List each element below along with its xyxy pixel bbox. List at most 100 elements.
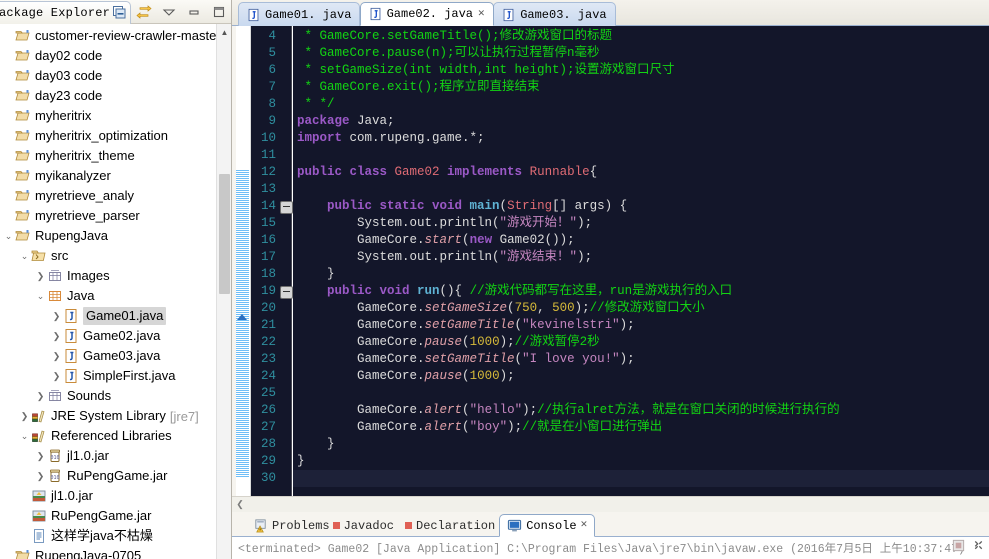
code-line[interactable]: * setGameSize(int width,int height);设置游戏… (293, 62, 989, 79)
tree-item-rupengjava-0705[interactable]: · RupengJava-0705 (0, 546, 214, 559)
code-line[interactable]: public void run(){ //游戏代码都写在这里，run是游戏执行的… (293, 283, 989, 300)
tree-item-rupenggame-jar[interactable]: · RuPengGame.jar (0, 506, 214, 526)
tree-item-java[interactable]: · 这样学java不枯燥 (0, 526, 214, 546)
console-output[interactable]: <terminated> Game02 [Java Application] C… (232, 537, 989, 559)
fold-toggle[interactable] (279, 283, 293, 300)
code-line[interactable]: GameCore.alert("hello");//执行alret方法，就是在窗… (293, 402, 989, 419)
chevron-right-icon[interactable]: ❯ (34, 448, 47, 464)
tree-item-customer-review-crawler-master[interactable]: · customer-review-crawler-master (0, 26, 221, 46)
tree-item-game03-java[interactable]: ❯ Game03.java (0, 346, 214, 366)
annotation-ruler[interactable] (236, 26, 251, 496)
code-line[interactable]: } (293, 453, 989, 470)
code-line[interactable]: * */ (293, 96, 989, 113)
chevron-right-icon[interactable]: ❯ (18, 408, 31, 424)
remove-launch-icon[interactable] (972, 538, 985, 558)
chevron-down-icon[interactable]: ⌄ (18, 428, 31, 444)
tree-item-myretrieve-parser[interactable]: · myretrieve_parser (0, 206, 214, 226)
tree-item-day03-code[interactable]: · day03 code (0, 66, 214, 86)
code-line[interactable]: System.out.println("游戏开始！"); (293, 215, 989, 232)
code-line[interactable]: public class Game02 implements Runnable{ (293, 164, 989, 181)
code-line[interactable]: } (293, 436, 989, 453)
code-line[interactable]: * GameCore.exit();程序立即直接结束 (293, 79, 989, 96)
explorer-vertical-scrollbar[interactable]: ▲ (216, 24, 231, 559)
link-with-editor-icon[interactable] (136, 4, 152, 20)
terminate-icon[interactable] (951, 538, 966, 558)
code-line[interactable]: public static void main(String[] args) { (293, 198, 989, 215)
view-menu-icon[interactable] (161, 4, 177, 20)
tree-item-day02-code[interactable]: · day02 code (0, 46, 214, 66)
editor-tab-game02-java[interactable]: Game02. java ✕ (359, 2, 494, 26)
code-line[interactable]: GameCore.pause(1000); (293, 368, 989, 385)
scrollbar-thumb[interactable] (219, 174, 230, 294)
bottom-tab-problems[interactable]: Problems (246, 514, 337, 537)
tree-item-sounds[interactable]: ❯ Sounds (0, 386, 214, 406)
code-text-area[interactable]: * GameCore.setGameTitle();修改游戏窗口的标题 * Ga… (293, 26, 989, 496)
tree-item-java[interactable]: ⌄ Java (0, 286, 214, 306)
code-line[interactable] (293, 385, 989, 402)
tree-item-game01-java[interactable]: ❯ Game01.java (0, 306, 214, 326)
chevron-right-icon[interactable]: ❯ (34, 468, 47, 484)
bottom-tab-declaration[interactable]: Declaration (398, 514, 502, 537)
collapse-minus-icon[interactable] (280, 286, 293, 299)
chevron-right-icon[interactable]: ❯ (34, 388, 47, 404)
tree-item-simplefirst-java[interactable]: ❯ SimpleFirst.java (0, 366, 214, 386)
tree-item-myheritrix[interactable]: · myheritrix (0, 106, 214, 126)
tree-item-images[interactable]: ❯ Images (0, 266, 214, 286)
bottom-tab-console[interactable]: Console ✕ (499, 514, 596, 537)
collapse-minus-icon[interactable] (280, 201, 293, 214)
chevron-right-icon[interactable]: ❯ (50, 308, 63, 324)
code-line[interactable]: GameCore.alert("boy");//就是在小窗口进行弹出 (293, 419, 989, 436)
code-line[interactable]: GameCore.setGameTitle("I love you!"); (293, 351, 989, 368)
chevron-down-icon[interactable]: ⌄ (18, 248, 31, 264)
project-icon (15, 88, 32, 104)
chevron-right-icon[interactable]: ❯ (50, 348, 63, 364)
chevron-down-icon[interactable]: ⌄ (34, 288, 47, 304)
code-line[interactable] (293, 147, 989, 164)
code-line[interactable]: GameCore.setGameTitle("kevinelstri"); (293, 317, 989, 334)
code-line[interactable]: GameCore.start(new Game02()); (293, 232, 989, 249)
code-line[interactable]: GameCore.setGameSize(750, 500);//修改游戏窗口大… (293, 300, 989, 317)
minimize-icon[interactable] (186, 4, 202, 20)
tree-item-jre-system-library[interactable]: ❯ JRE System Library [jre7] (0, 406, 214, 426)
tree-item-myheritrix-optimization[interactable]: · myheritrix_optimization (0, 126, 214, 146)
code-line[interactable]: * GameCore.pause(n);可以让执行过程暂停n毫秒 (293, 45, 989, 62)
chevron-right-icon[interactable]: ❯ (50, 368, 63, 384)
tree-item-jl1-0-jar[interactable]: · jl1.0.jar (0, 486, 214, 506)
package-explorer-tree-container[interactable]: · customer-review-crawler-master · day02 co… (0, 24, 231, 559)
tree-item-day23-code[interactable]: · day23 code (0, 86, 214, 106)
fold-toggle[interactable] (279, 198, 293, 215)
tree-item-rupengjava[interactable]: ⌄ RupengJava (0, 226, 214, 246)
tree-item-myheritrix-theme[interactable]: · myheritrix_theme (0, 146, 214, 166)
folding-ruler[interactable] (279, 26, 293, 496)
code-line[interactable]: } (293, 266, 989, 283)
chevron-right-icon[interactable]: ❯ (50, 328, 63, 344)
code-line[interactable]: * GameCore.setGameTitle();修改游戏窗口的标题 (293, 28, 989, 45)
code-line[interactable]: package Java; (293, 113, 989, 130)
editor-tab-game01-java[interactable]: Game01. java (238, 2, 361, 26)
tree-item-rupenggame-jar[interactable]: ❯ 010 RuPengGame.jar (0, 466, 214, 486)
bottom-tab-javadoc[interactable]: Javadoc (326, 514, 401, 537)
tree-item-jl1-0-jar[interactable]: ❯ 010 jl1.0.jar (0, 446, 214, 466)
editor-horizontal-scrollbar[interactable]: ❮ (232, 496, 989, 512)
tree-item-myikanalyzer[interactable]: · myikanalyzer (0, 166, 214, 186)
chevron-down-icon[interactable]: ⌄ (2, 228, 15, 244)
scroll-up-arrow-icon[interactable]: ▲ (217, 24, 232, 41)
tree-item-src[interactable]: ⌄ src (0, 246, 214, 266)
code-token-pln: ); (522, 403, 538, 417)
close-icon[interactable]: ✕ (478, 8, 485, 20)
java-code-editor[interactable]: 4 5 6 7 8 9 10 11 12 13 14 15 16 17 18 19 20 21 22 23 24 25 26… (232, 26, 989, 496)
maximize-icon[interactable] (211, 4, 227, 20)
close-icon[interactable]: ✕ (581, 520, 588, 531)
scroll-left-arrow-icon[interactable]: ❮ (232, 499, 248, 510)
chevron-right-icon[interactable]: ❯ (34, 268, 47, 284)
tree-item-referenced-libraries[interactable]: ⌄ Referenced Libraries (0, 426, 214, 446)
collapse-all-icon[interactable] (111, 4, 127, 20)
code-line[interactable] (293, 470, 989, 487)
code-line[interactable] (293, 181, 989, 198)
code-line[interactable]: GameCore.pause(1000);//游戏暂停2秒 (293, 334, 989, 351)
code-line[interactable]: System.out.println("游戏结束！"); (293, 249, 989, 266)
tree-item-myretrieve-analy[interactable]: · myretrieve_analy (0, 186, 214, 206)
editor-tab-game03-java[interactable]: Game03. java (493, 2, 616, 26)
tree-item-game02-java[interactable]: ❯ Game02.java (0, 326, 214, 346)
code-line[interactable]: import com.rupeng.game.*; (293, 130, 989, 147)
